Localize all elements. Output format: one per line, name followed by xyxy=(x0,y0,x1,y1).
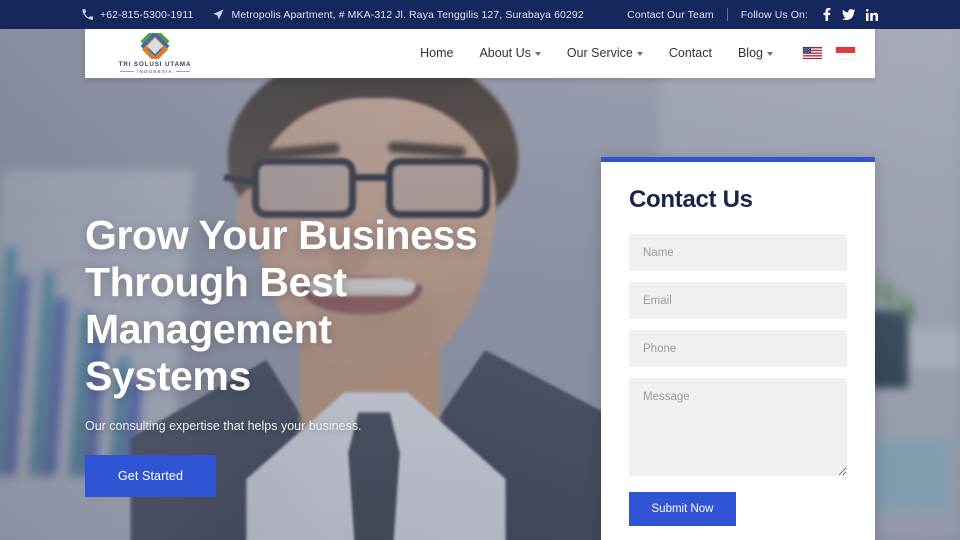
topbar-phone[interactable]: +62-815-5300-1911 xyxy=(82,9,193,21)
phone-field[interactable] xyxy=(629,330,847,367)
hero-content: Grow Your Business Through Best Manageme… xyxy=(85,212,555,497)
social-links xyxy=(823,8,878,21)
chevron-down-icon xyxy=(636,52,643,56)
nav-item-about-us[interactable]: About Us xyxy=(479,46,541,60)
contact-form-card: Contact Us Submit Now xyxy=(601,157,875,540)
hero-heading-line-4: Systems xyxy=(85,353,251,399)
site-logo[interactable]: TRI SOLUSI UTAMA INDONESIA xyxy=(107,32,203,74)
chevron-down-icon xyxy=(534,52,541,56)
logo-subtitle-row: INDONESIA xyxy=(120,68,190,74)
message-field[interactable] xyxy=(629,378,847,476)
nav-label-home: Home xyxy=(420,46,454,60)
logo-diamond-icon xyxy=(140,32,170,59)
nav-item-blog[interactable]: Blog xyxy=(738,46,773,60)
topbar-contact-info: +62-815-5300-1911 Metropolis Apartment, … xyxy=(82,9,584,21)
language-switcher xyxy=(803,47,855,59)
name-field[interactable] xyxy=(629,234,847,271)
topbar-address-text: Metropolis Apartment, # MKA-312 Jl. Raya… xyxy=(231,8,584,21)
contact-our-team-link[interactable]: Contact Our Team xyxy=(627,9,714,21)
topbar-divider xyxy=(726,8,728,21)
nav-item-our-service[interactable]: Our Service xyxy=(567,46,643,60)
logo-name: TRI SOLUSI UTAMA xyxy=(118,60,192,68)
topbar-links: Contact Our Team Follow Us On: xyxy=(627,8,878,21)
topbar-phone-text: +62-815-5300-1911 xyxy=(100,8,194,21)
linkedin-icon[interactable] xyxy=(866,8,878,21)
flag-united-states[interactable] xyxy=(803,47,822,59)
flag-indonesia[interactable] xyxy=(836,47,855,59)
follow-us-label: Follow Us On: xyxy=(740,8,808,21)
top-utility-bar: +62-815-5300-1911 Metropolis Apartment, … xyxy=(0,0,960,29)
nav-label-contact: Contact xyxy=(668,46,712,60)
submit-now-button[interactable]: Submit Now xyxy=(629,492,736,526)
hero-heading-line-1: Grow Your Business xyxy=(85,212,478,258)
site-header: TRI SOLUSI UTAMA INDONESIA Home About Us… xyxy=(85,28,875,78)
get-started-button[interactable]: Get Started xyxy=(85,455,216,497)
email-field[interactable] xyxy=(629,282,847,319)
nav-label-our-service: Our Service xyxy=(566,46,633,60)
contact-form-title: Contact Us xyxy=(629,186,753,213)
logo-rule-left xyxy=(120,70,135,72)
nav-item-home[interactable]: Home xyxy=(420,46,453,60)
nav-label-blog: Blog xyxy=(737,46,763,60)
logo-subtitle: INDONESIA xyxy=(137,68,173,74)
page-root: +62-815-5300-1911 Metropolis Apartment, … xyxy=(0,0,960,540)
twitter-icon[interactable] xyxy=(842,8,855,21)
hero-subtitle: Our consulting expertise that helps your… xyxy=(85,419,362,433)
chevron-down-icon xyxy=(767,52,773,56)
nav-label-about-us: About Us xyxy=(479,46,531,60)
hero-heading-line-2: Through Best xyxy=(85,259,347,305)
topbar-address[interactable]: Metropolis Apartment, # MKA-312 Jl. Raya… xyxy=(213,8,584,21)
hero-heading: Grow Your Business Through Best Manageme… xyxy=(85,212,555,400)
hero-heading-line-3: Management xyxy=(85,306,332,352)
facebook-icon[interactable] xyxy=(823,8,831,21)
logo-rule-right xyxy=(175,70,190,72)
nav-item-contact[interactable]: Contact xyxy=(669,46,712,60)
main-navigation: Home About Us Our Service Contact Blog xyxy=(420,46,855,60)
phone-icon xyxy=(82,9,93,20)
location-arrow-icon xyxy=(213,9,225,20)
